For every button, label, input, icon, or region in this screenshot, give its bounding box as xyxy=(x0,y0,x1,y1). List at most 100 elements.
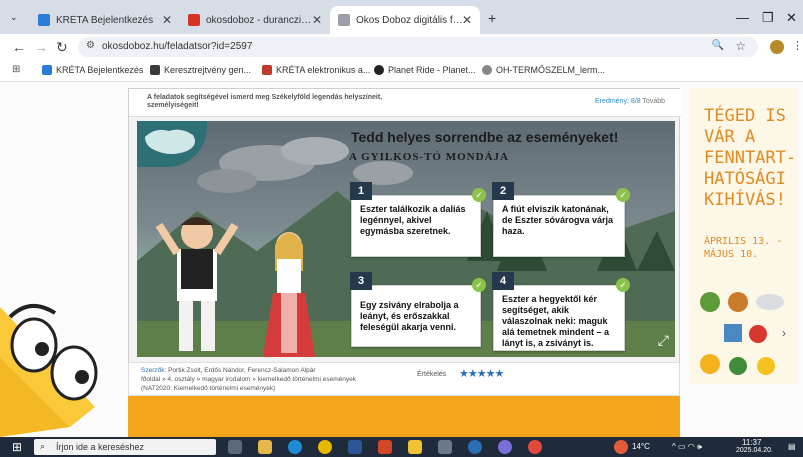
lesson-description: A feladatok segítségével ismerd meg Szék… xyxy=(147,94,383,109)
event-card-1[interactable]: 1 Eszter találkozik a daliás legénnyel, … xyxy=(350,182,486,257)
explorer-icon[interactable] xyxy=(258,440,272,454)
bookmark-crossword[interactable]: Keresztrejtvény gen... xyxy=(150,65,251,75)
side-advertisement[interactable]: TÉGED IS VÁR A FENNTART-HATÓSÁGI KIHÍVÁS… xyxy=(690,88,798,384)
site-info-icon[interactable]: ⚙ xyxy=(86,40,95,51)
kreta-favicon-icon xyxy=(38,14,50,26)
authors-label: Szerzők: xyxy=(141,367,167,374)
rating-label: Értékelés xyxy=(417,371,447,378)
word-icon[interactable] xyxy=(348,440,362,454)
check-icon: ✓ xyxy=(472,278,486,292)
planet-ride-favicon-icon xyxy=(374,65,384,75)
windows-start-icon[interactable]: ⊞ xyxy=(12,440,22,454)
authors-line: Szerzők: Portik Zsolt, Erdős Nándor, Fer… xyxy=(141,367,316,374)
close-icon[interactable]: ✕ xyxy=(162,13,172,27)
minimize-icon[interactable]: — xyxy=(736,10,749,25)
apps-grid-icon[interactable]: ⊞ xyxy=(12,64,20,75)
card-text: Eszter a hegyektől kér segítséget, akik … xyxy=(502,294,610,348)
bookmark-kreta[interactable]: KRÉTA Bejelentkezés xyxy=(42,65,143,75)
notification-icon[interactable]: ▤ xyxy=(788,442,796,451)
clock-date[interactable]: 2025.04.20. xyxy=(736,447,773,454)
gmail-favicon-icon xyxy=(188,14,200,26)
bookmark-planet-ride[interactable]: Planet Ride - Planet... xyxy=(374,65,476,75)
score-display: Eredmény: 8/8 Tovább xyxy=(595,98,665,105)
chevron-right-icon[interactable]: › xyxy=(782,326,786,340)
bookmark-label: Planet Ride - Planet... xyxy=(388,65,476,75)
weather-icon[interactable] xyxy=(614,440,628,454)
game-subtitle: A GYILKOS-TÓ MONDÁJA xyxy=(349,151,509,163)
search-icon: ⌕ xyxy=(40,441,46,451)
bookmark-oh[interactable]: OH-TERMŐSZELM_lerm... xyxy=(482,65,605,75)
pencil-mascot-icon xyxy=(0,304,98,437)
chrome-active-icon[interactable] xyxy=(528,440,542,454)
authors-names: Portik Zsolt, Erdős Nándor, Ferencz-Sala… xyxy=(168,367,316,374)
orange-footer-band xyxy=(128,396,680,437)
bookmark-star-icon[interactable]: ☆ xyxy=(735,39,746,53)
zoom-icon[interactable]: 🔍 xyxy=(712,40,724,51)
okosdoboz-favicon-icon xyxy=(338,14,350,26)
forward-icon[interactable]: → xyxy=(34,39,48,55)
check-icon: ✓ xyxy=(472,188,486,202)
restore-icon[interactable]: ❐ xyxy=(762,10,774,26)
event-card-4[interactable]: 4 Eszter a hegyektől kér segítséget, aki… xyxy=(492,272,630,351)
discord-icon[interactable] xyxy=(498,440,512,454)
tab-okosdoboz[interactable]: Okos Doboz digitális feladatgy ✕ xyxy=(330,6,480,34)
bookmark-kreta-electronic[interactable]: KRÉTA elektronikus a... xyxy=(262,65,370,75)
windows-taskbar: ⊞ ⌕ Írjon ide a kereséshez 14°C ^ ▭ ◠ 🕪 … xyxy=(0,437,803,457)
close-icon[interactable]: ✕ xyxy=(462,13,472,27)
bookmarks-bar: ⊞ KRÉTA Bejelentkezés Keresztrejtvény ge… xyxy=(0,60,803,82)
taskbar-search-input[interactable]: ⌕ Írjon ide a kereséshez xyxy=(34,439,216,455)
kreta-favicon-icon xyxy=(42,65,52,75)
tab-title: Okos Doboz digitális feladatgy xyxy=(356,14,466,26)
browser-toolbar: ← → ↻ ⚙ okosdoboz.hu/feladatsor?id=2597 … xyxy=(0,34,803,60)
folder-icon[interactable] xyxy=(408,440,422,454)
task-view-icon[interactable] xyxy=(228,440,242,454)
event-card-3[interactable]: 3 Egy zsivány elrabolja a leányt, és erő… xyxy=(350,272,486,347)
reload-icon[interactable]: ↻ xyxy=(56,39,68,56)
card-number: 4 xyxy=(492,272,514,290)
breadcrumb[interactable]: főoldal » 4. osztály » magyar irodalom »… xyxy=(141,376,356,383)
score-label: Eredmény: xyxy=(595,98,629,105)
chrome-icon[interactable] xyxy=(318,440,332,454)
powerpoint-icon[interactable] xyxy=(378,440,392,454)
temperature: 14°C xyxy=(632,442,650,451)
weather-icons-illustration xyxy=(700,292,784,375)
tab-gmail[interactable]: okosdoboz - duranczik.eva@gm ✕ xyxy=(180,6,330,34)
fullscreen-icon[interactable]: ⤢ xyxy=(658,332,669,349)
card-number: 1 xyxy=(350,182,372,200)
address-bar[interactable]: ⚙ okosdoboz.hu/feladatsor?id=2597 🔍 ☆ xyxy=(78,37,758,57)
new-tab-button[interactable]: + xyxy=(488,10,496,26)
search-placeholder: Írjon ide a kereséshez xyxy=(56,442,145,452)
card-number: 3 xyxy=(350,272,372,290)
ad-headline: TÉGED IS VÁR A FENNTART-HATÓSÁGI KIHÍVÁS… xyxy=(704,106,797,210)
profile-avatar[interactable] xyxy=(770,40,784,54)
media-icon[interactable] xyxy=(468,440,482,454)
score-value: 8/8 xyxy=(630,98,641,105)
calculator-icon[interactable] xyxy=(438,440,452,454)
clock-time[interactable]: 11:37 xyxy=(742,438,761,447)
card-text: A fiút elviszik katonának, de Eszter sóv… xyxy=(502,204,614,236)
next-link[interactable]: Tovább xyxy=(642,98,665,105)
rating-stars[interactable]: ★★★★★ xyxy=(459,367,504,380)
card-text: Egy zsivány elrabolja a leányt, és erősz… xyxy=(360,300,459,332)
tab-kreta[interactable]: KRÉTA Bejelentkezés ✕ xyxy=(30,6,180,34)
tab-title: okosdoboz - duranczik.eva@gm xyxy=(206,14,316,26)
edge-icon[interactable] xyxy=(288,440,302,454)
event-card-2[interactable]: 2 A fiút elviszik katonának, de Eszter s… xyxy=(492,182,630,257)
nat-reference: (NAT2020: Kiemelkedő történelmi eseménye… xyxy=(141,385,276,392)
lesson-panel: A feladatok segítségével ismerd meg Szék… xyxy=(128,88,681,378)
bookmark-label: Keresztrejtvény gen... xyxy=(164,65,252,75)
close-window-icon[interactable]: ✕ xyxy=(786,10,797,26)
back-icon[interactable]: ← xyxy=(12,39,26,55)
game-title: Tedd helyes sorrendbe az eseményeket! xyxy=(351,129,619,145)
map-shape xyxy=(145,129,195,154)
system-tray-icons[interactable]: ^ ▭ ◠ 🕪 xyxy=(672,442,702,452)
region-map-icon xyxy=(137,121,207,167)
menu-icon[interactable]: ⋮ xyxy=(792,39,803,52)
tab-title: KRÉTA Bejelentkezés xyxy=(56,14,154,26)
page-content: A feladatok segítségével ismerd meg Szék… xyxy=(0,82,803,437)
close-icon[interactable]: ✕ xyxy=(312,13,322,27)
crossword-favicon-icon xyxy=(150,65,160,75)
tab-list-icon[interactable]: ⌄ xyxy=(10,12,18,23)
browser-tab-strip: ⌄ KRÉTA Bejelentkezés ✕ okosdoboz - dura… xyxy=(0,0,803,34)
game-scene: Tedd helyes sorrendbe az eseményeket! A … xyxy=(137,121,675,357)
